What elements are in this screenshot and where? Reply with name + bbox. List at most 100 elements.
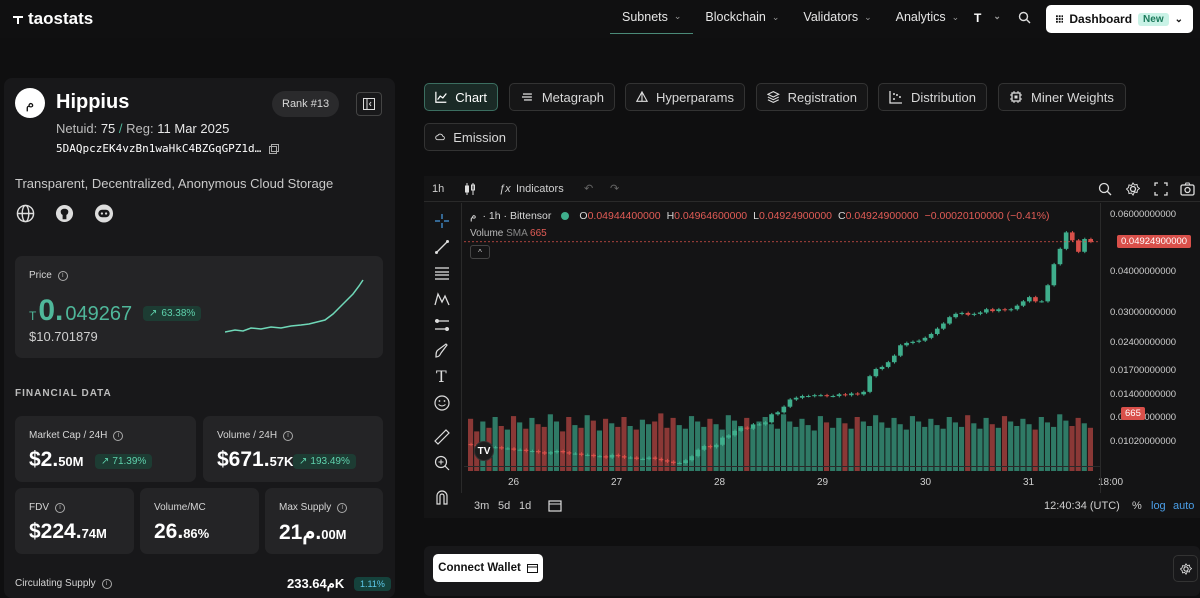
calendar-icon[interactable]: [548, 499, 562, 512]
range-3m[interactable]: 3m: [474, 500, 489, 512]
wallet-settings-button[interactable]: [1173, 555, 1198, 582]
percent-toggle[interactable]: %: [1132, 500, 1142, 512]
dashboard-button[interactable]: Dashboard New ⌄: [1046, 5, 1193, 33]
collapse-legend-button[interactable]: ^: [470, 245, 490, 259]
tab-chart[interactable]: Chart: [424, 83, 498, 111]
text-tool-icon[interactable]: T: [436, 367, 447, 386]
camera-icon[interactable]: [1180, 182, 1195, 196]
chart-legend: م · 1h · Bittensor O0.04944400000 H0.049…: [470, 210, 1050, 222]
volume-mc-main: 26.: [154, 520, 184, 543]
search-icon[interactable]: [1018, 11, 1031, 24]
brush-icon[interactable]: [434, 343, 450, 359]
candle-body: [787, 399, 793, 407]
taostats-logo-icon: [13, 16, 23, 24]
info-icon[interactable]: i: [113, 430, 124, 441]
volume-bar: [609, 423, 615, 471]
candle-body: [947, 317, 952, 324]
x-tick-label: 27: [611, 477, 623, 488]
tab-miner-weights[interactable]: Miner Weights: [998, 83, 1126, 111]
pattern-icon[interactable]: [434, 291, 450, 307]
candle-body: [744, 427, 750, 429]
volume-bar: [664, 427, 670, 471]
max-supply-label: Max Supply: [279, 502, 332, 513]
range-5d[interactable]: 5d: [498, 500, 510, 512]
quick-search-icon[interactable]: [1098, 182, 1112, 196]
tab-emission[interactable]: Emission: [424, 123, 517, 151]
volume-mc-small: 86%: [183, 526, 210, 541]
info-icon[interactable]: i: [101, 578, 112, 589]
volume-bar: [1081, 423, 1087, 471]
volume-label: Volume / 24H: [217, 430, 278, 441]
candle-body: [658, 458, 664, 461]
candle-body: [977, 312, 983, 314]
redo-icon[interactable]: ↷: [610, 182, 619, 195]
subnet-description: Transparent, Decentralized, Anonymous Cl…: [15, 176, 334, 191]
connect-wallet-button[interactable]: Connect Wallet: [433, 554, 543, 582]
trend-line-icon[interactable]: [434, 239, 450, 255]
list-icon: [521, 93, 532, 101]
candle-body: [701, 445, 707, 450]
tao-symbol: T: [29, 309, 37, 323]
price-change: 63.38%: [161, 308, 196, 319]
nav-validators[interactable]: Validators ⌄: [791, 0, 883, 34]
y-tick-label: 0.03000000000: [1110, 307, 1176, 318]
copy-icon[interactable]: [269, 143, 280, 154]
volume-bar: [916, 421, 922, 471]
nav-analytics[interactable]: Analytics ⌄: [884, 0, 972, 34]
fdv-label-row: FDV i: [29, 502, 65, 513]
social-links: [16, 204, 114, 223]
discord-icon[interactable]: [94, 204, 114, 223]
candle-body: [990, 309, 995, 312]
collapse-sidebar-button[interactable]: [356, 92, 382, 116]
circulating-supply-label-row: Circulating Supply i: [15, 578, 112, 589]
tab-registration[interactable]: Registration: [756, 83, 868, 111]
info-icon[interactable]: i: [337, 502, 348, 513]
info-icon[interactable]: i: [57, 270, 68, 281]
indicators-button[interactable]: Indicators: [516, 183, 564, 195]
info-icon[interactable]: i: [55, 502, 65, 513]
candlestick-chart[interactable]: 0.06000000000 0.04000000000 0.03000000000 0…: [464, 203, 1200, 493]
settings-icon[interactable]: [1126, 182, 1140, 196]
tab-label: Metagraph: [541, 89, 604, 105]
fullscreen-icon[interactable]: [1154, 182, 1168, 196]
chevron-down-icon: ⌄: [864, 11, 872, 22]
tab-metagraph[interactable]: Metagraph: [509, 83, 615, 111]
candle-body: [793, 397, 799, 400]
candle-body: [953, 313, 958, 318]
tab-distribution[interactable]: Distribution: [878, 83, 987, 111]
interval-selector[interactable]: 1h: [432, 183, 444, 195]
tradingview-logo[interactable]: TV: [474, 441, 494, 461]
auto-toggle[interactable]: auto: [1173, 500, 1194, 512]
info-icon[interactable]: i: [283, 430, 294, 441]
last-volume-tag: 665: [1121, 407, 1145, 420]
github-icon[interactable]: [55, 204, 74, 223]
undo-icon[interactable]: ↶: [584, 182, 593, 195]
log-toggle[interactable]: log: [1151, 500, 1166, 512]
fib-lines-icon[interactable]: [434, 265, 450, 281]
chip-icon: [1010, 91, 1022, 103]
function-icon[interactable]: ƒx: [499, 183, 511, 195]
candles-icon[interactable]: [464, 182, 476, 196]
tab-hyperparams[interactable]: Hyperparams: [625, 83, 745, 111]
grid-icon: [1056, 15, 1064, 23]
crosshair-icon[interactable]: [434, 213, 450, 229]
ruler-icon[interactable]: [434, 429, 450, 445]
ruler-lines-icon[interactable]: [434, 317, 450, 333]
hotkey-address: 5DAQpczEK4vzBn1waHkC4BZGqGPZ1d…: [56, 142, 262, 155]
volume-bar: [1038, 417, 1044, 471]
range-1d[interactable]: 1d: [519, 500, 531, 512]
volume-bar: [719, 429, 725, 471]
candle-body: [934, 328, 940, 334]
zoom-in-icon[interactable]: [434, 455, 450, 471]
brand-logo[interactable]: taostats: [12, 9, 93, 29]
emoji-icon[interactable]: [434, 395, 450, 411]
nav-blockchain[interactable]: Blockchain ⌄: [693, 0, 791, 34]
chart-panel: 1h ƒx Indicators ↶ ↷ T 0.06000000000 0.04…: [424, 176, 1200, 518]
candle-body: [922, 337, 928, 341]
volume-main: $671.: [217, 448, 270, 471]
nav-subnets[interactable]: Subnets ⌄: [610, 0, 694, 34]
currency-selector[interactable]: T ⌄: [974, 11, 1001, 25]
wallet-panel: Connect Wallet: [424, 546, 1200, 596]
globe-icon[interactable]: [16, 204, 35, 223]
market-cap-change-badge: ↗ 71.39%: [95, 454, 153, 469]
